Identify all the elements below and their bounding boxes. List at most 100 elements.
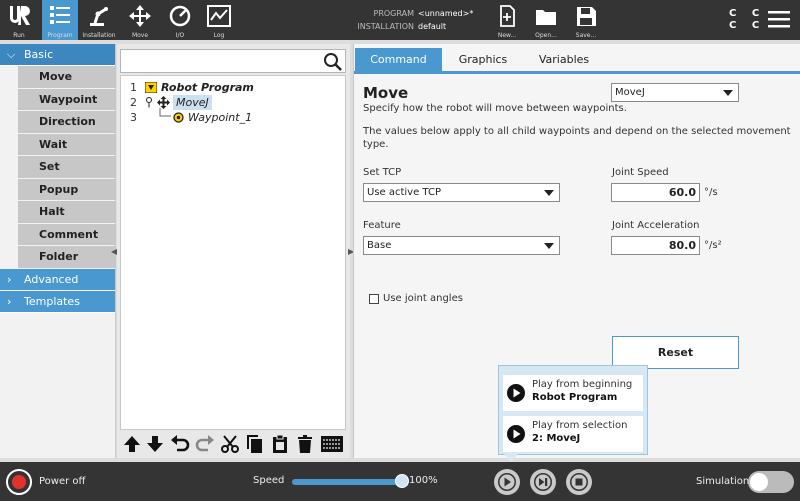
- move-type-select[interactable]: MoveJ: [611, 83, 739, 102]
- nav-item-wait[interactable]: Wait: [18, 133, 115, 156]
- cc-line-2: C C: [729, 20, 766, 31]
- nav-item-waypoint[interactable]: Waypoint: [18, 88, 115, 111]
- tree-row-label: Waypoint_1: [188, 111, 253, 124]
- nav-installation-button[interactable]: Installation: [80, 0, 118, 40]
- bottom-bar: Power off Speed 100% Simulation: [0, 462, 800, 501]
- nav-program-button[interactable]: Program: [42, 0, 78, 40]
- simulation-toggle[interactable]: [748, 471, 794, 493]
- program-tree-pane: 1 Robot Program 2 MoveJ 3 Waypoint_1: [117, 44, 350, 458]
- category-basic[interactable]: ⌵ Basic: [0, 44, 115, 66]
- play-popup: Play from beginning Robot Program Play f…: [498, 365, 648, 455]
- stop-button[interactable]: [566, 469, 592, 495]
- tcp-select[interactable]: Use active TCP: [363, 183, 560, 202]
- nav-item-direction[interactable]: Direction: [18, 111, 115, 134]
- category-templates[interactable]: › Templates: [0, 290, 115, 313]
- joint-angles-label: Use joint angles: [383, 293, 463, 304]
- speed-label: Speed: [253, 475, 285, 486]
- left-nav: ⌵ Basic Move Waypoint Direction Wait Set…: [0, 44, 116, 458]
- installation-name: default: [418, 22, 447, 31]
- search-icon[interactable]: [321, 50, 345, 72]
- main-menu-button[interactable]: [764, 0, 794, 40]
- tree-toolbar: [120, 430, 346, 456]
- nav-item-halt[interactable]: Halt: [18, 201, 115, 224]
- io-gauge-icon: [169, 5, 191, 27]
- delete-icon[interactable]: [295, 434, 315, 454]
- new-program-button[interactable]: New...: [494, 0, 520, 40]
- category-advanced[interactable]: › Advanced: [0, 268, 115, 291]
- nav-installation-label: Installation: [82, 32, 116, 39]
- play-from-selection-target: 2: MoveJ: [532, 433, 581, 444]
- page-title: Move: [363, 84, 409, 102]
- cc-line-1: C C: [729, 8, 766, 19]
- save-program-label: Save...: [575, 32, 597, 39]
- dropdown-caret-icon: [723, 90, 733, 96]
- feature-select[interactable]: Base: [363, 236, 560, 255]
- undo-icon[interactable]: [170, 434, 190, 454]
- play-from-selection-label: Play from selection: [532, 420, 628, 431]
- nav-item-popup[interactable]: Popup: [18, 178, 115, 201]
- power-status-label: Power off: [39, 476, 86, 487]
- category-templates-label: Templates: [24, 294, 80, 308]
- speed-value: 100%: [409, 475, 438, 486]
- program-root-icon: [145, 82, 157, 93]
- dropdown-caret-icon: [544, 243, 554, 249]
- play-from-beginning-button[interactable]: Play from beginning Robot Program: [503, 375, 643, 411]
- joint-accel-field[interactable]: 80.0: [611, 236, 700, 255]
- robot-arm-icon: [90, 7, 108, 26]
- tree-row-waypoint-1[interactable]: 3 Waypoint_1: [121, 108, 341, 125]
- installation-key: INSTALLATION: [357, 22, 414, 31]
- tree-row-number: 1: [130, 81, 137, 94]
- simulation-label: Simulation: [696, 476, 750, 487]
- tree-row-movej[interactable]: 2 MoveJ: [121, 95, 341, 110]
- play-from-selection-button[interactable]: Play from selection 2: MoveJ: [503, 416, 643, 452]
- nav-io-button[interactable]: I/O: [162, 0, 198, 40]
- tree-row-label: Robot Program: [161, 81, 254, 94]
- move-type-value: MoveJ: [615, 87, 645, 98]
- ur-logo-icon: [10, 6, 30, 25]
- dropdown-caret-icon: [544, 190, 554, 196]
- nav-item-folder[interactable]: Folder: [18, 246, 115, 269]
- feature-value: Base: [367, 240, 392, 251]
- cut-icon[interactable]: [220, 434, 240, 454]
- tab-variables[interactable]: Variables: [524, 48, 604, 72]
- tab-graphics[interactable]: Graphics: [443, 48, 523, 72]
- joint-accel-label: Joint Acceleration: [612, 220, 700, 231]
- tab-command[interactable]: Command: [355, 48, 442, 72]
- step-icon: [534, 473, 552, 491]
- tcp-label: Set TCP: [363, 167, 402, 178]
- tree-connector-line: [159, 108, 171, 117]
- speed-slider-handle[interactable]: [395, 474, 409, 488]
- new-program-label: New...: [497, 32, 517, 39]
- play-from-beginning-label: Play from beginning: [532, 379, 633, 390]
- nav-item-move[interactable]: Move: [18, 66, 115, 89]
- nav-move-button[interactable]: Move: [122, 0, 158, 40]
- redo-icon[interactable]: [195, 434, 215, 454]
- program-key: PROGRAM: [373, 9, 415, 18]
- nav-item-set[interactable]: Set: [18, 156, 115, 179]
- play-button[interactable]: [494, 469, 520, 495]
- joint-angles-checkbox[interactable]: [369, 294, 379, 304]
- stop-icon: [570, 473, 588, 491]
- power-button[interactable]: [6, 469, 32, 495]
- program-list-icon: [50, 6, 70, 24]
- joint-speed-field[interactable]: 60.0: [611, 183, 700, 202]
- paste-icon[interactable]: [270, 434, 290, 454]
- save-program-button[interactable]: Save...: [572, 0, 600, 40]
- nav-log-button[interactable]: Log: [201, 0, 237, 40]
- tree-row-number: 2: [130, 96, 137, 109]
- speed-slider[interactable]: [292, 479, 402, 485]
- top-bar: Run Program Installation Move I/O Log PR…: [0, 0, 800, 40]
- cc-indicator: C C C C: [729, 8, 765, 32]
- simulation-toggle-knob: [750, 473, 768, 491]
- nav-item-comment[interactable]: Comment: [18, 223, 115, 246]
- copy-icon[interactable]: [245, 434, 265, 454]
- move-up-icon[interactable]: [122, 434, 142, 454]
- step-button[interactable]: [530, 469, 556, 495]
- move-down-icon[interactable]: [145, 434, 165, 454]
- tree-search-input[interactable]: [120, 49, 346, 73]
- open-program-button[interactable]: Open...: [532, 0, 560, 40]
- tree-row-robot-program[interactable]: 1 Robot Program: [121, 80, 341, 95]
- description-text-2: The values below apply to all child wayp…: [363, 126, 791, 137]
- nav-run-button[interactable]: Run: [0, 0, 38, 40]
- suppress-icon[interactable]: [320, 434, 344, 454]
